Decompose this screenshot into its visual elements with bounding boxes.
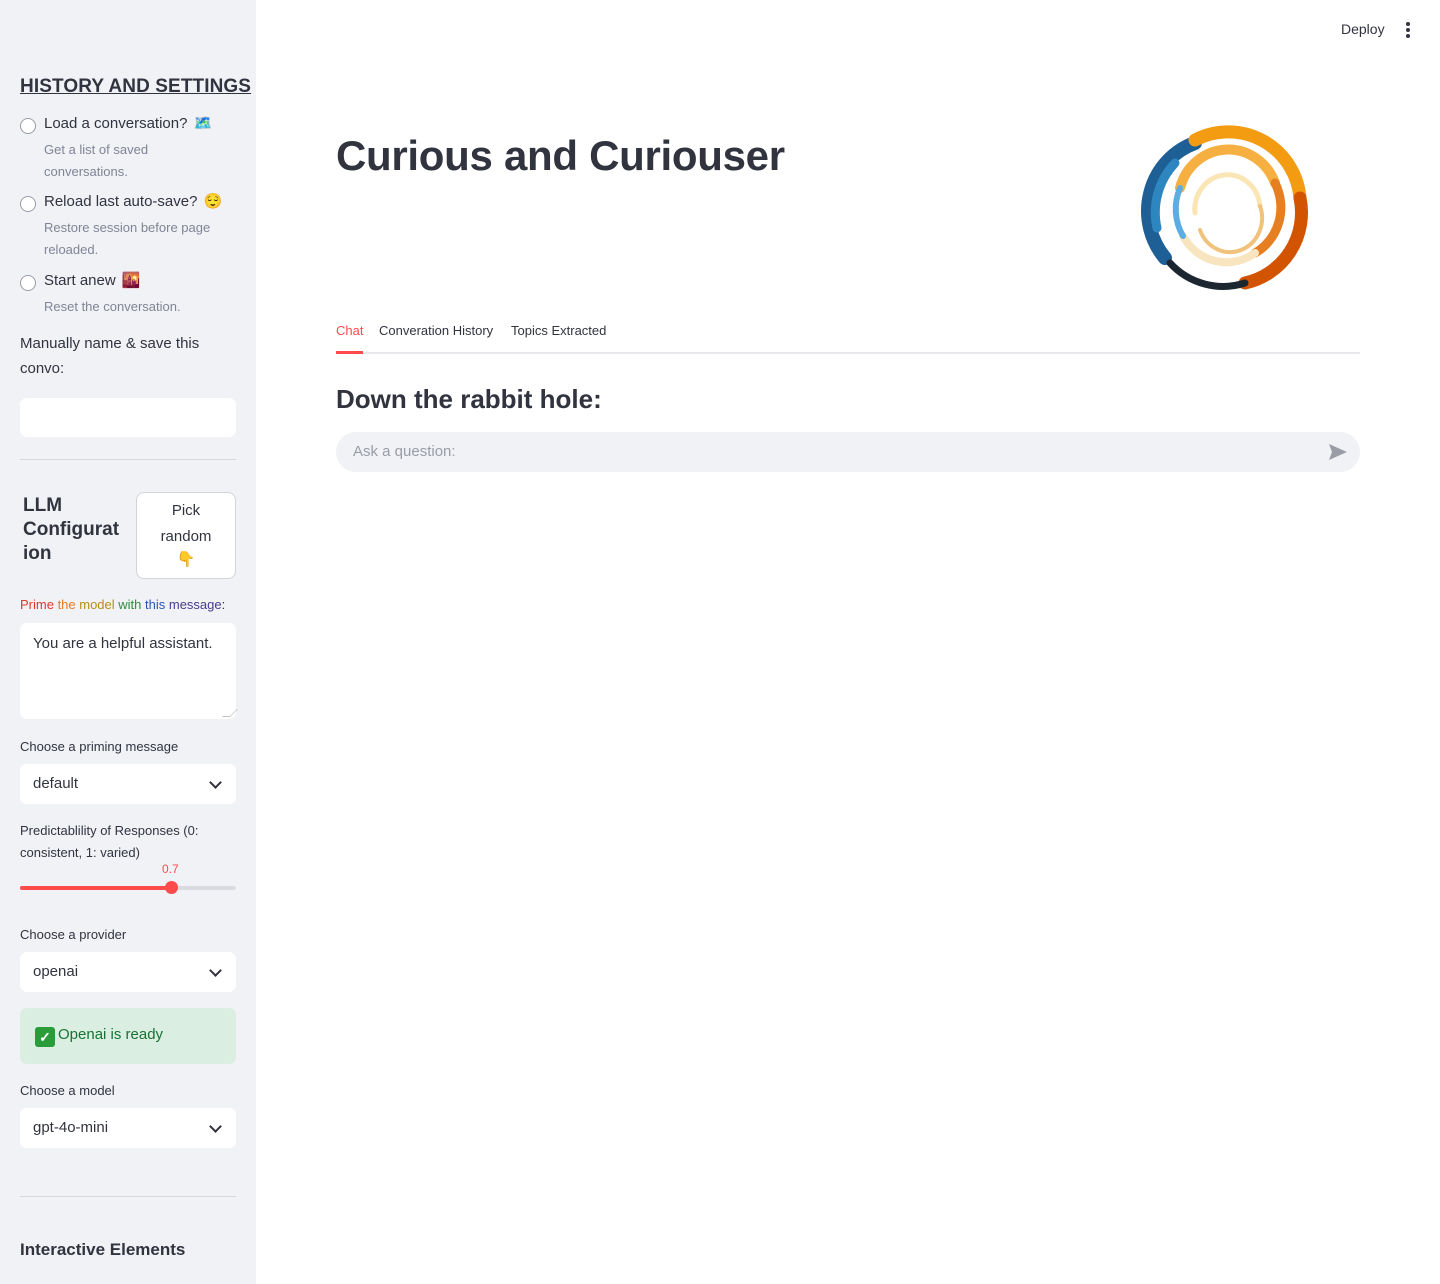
predictability-label: Predictablility of Responses (0: consist… (20, 823, 199, 860)
model-select-value: gpt-4o-mini (33, 1119, 109, 1136)
radio-label[interactable]: Reload last auto-save? 😌 (44, 192, 222, 210)
radio-label[interactable]: Load a conversation? 🗺️ (44, 114, 212, 132)
more-menu-icon[interactable] (1405, 22, 1411, 38)
radio-help-text: Restore session before page reloaded. (44, 220, 211, 257)
resize-handle-icon[interactable] (222, 709, 238, 717)
relieved-face-icon: 😌 (203, 193, 223, 210)
chat-placeholder: Ask a question: (353, 443, 456, 460)
tab-chat[interactable]: Chat (336, 323, 363, 338)
provider-select-value: openai (33, 963, 79, 980)
ready-message: Openai is ready (58, 1026, 164, 1043)
slider-track[interactable] (20, 886, 236, 890)
tabs-divider (336, 352, 1360, 354)
send-icon[interactable] (1328, 443, 1348, 461)
provider-ready-alert: ✓ Openai is ready (20, 1008, 236, 1064)
page-title: Curious and Curiouser (336, 132, 785, 179)
sidebar-title: HISTORY AND SETTINGS (20, 76, 252, 97)
tab-topics-extracted[interactable]: Topics Extracted (511, 323, 606, 338)
radio-help-text: Get a list of saved conversations. (44, 142, 149, 179)
slider-thumb[interactable] (165, 881, 179, 894)
chat-input[interactable]: Ask a question: (336, 432, 1360, 472)
prime-message-label: Prime the model with this message: (20, 597, 225, 612)
llm-config-heading: LLM Configurat ion (23, 495, 120, 564)
chevron-down-icon (209, 1120, 222, 1133)
radio-button[interactable] (20, 118, 36, 134)
active-tab-indicator (336, 351, 363, 354)
chevron-down-icon (209, 964, 222, 977)
save-convo-label: Manually name & save this convo: (20, 335, 200, 377)
prime-label-word: the (57, 597, 80, 612)
pick-random-label: random (160, 528, 212, 545)
check-mark-icon: ✓ (35, 1027, 55, 1047)
model-select[interactable]: gpt-4o-mini (20, 1108, 236, 1148)
section-heading: Down the rabbit hole: (336, 384, 602, 414)
pointing-down-icon: 👇 (176, 551, 196, 568)
divider (20, 1196, 236, 1197)
radio-label[interactable]: Start anew 🌇 (44, 271, 140, 289)
tab-bar: Chat Converation History Topics Extracte… (336, 322, 1360, 354)
prime-label-word: this (145, 597, 169, 612)
radio-button[interactable] (20, 196, 36, 212)
priming-select[interactable]: default (20, 764, 236, 804)
deploy-button[interactable]: Deploy (1341, 21, 1385, 37)
radio-help-text: Reset the conversation. (44, 299, 181, 314)
prime-label-word: with (118, 597, 146, 612)
provider-select-label: Choose a provider (20, 927, 127, 942)
pick-random-label: Pick (171, 502, 201, 519)
sidebar: HISTORY AND SETTINGS Load a conversation… (0, 0, 256, 1284)
tab-conversation-history[interactable]: Converation History (379, 323, 493, 338)
priming-select-value: default (33, 775, 79, 792)
divider (20, 459, 236, 460)
save-convo-input[interactable] (20, 398, 236, 437)
swirl-logo (1141, 125, 1309, 290)
priming-select-label: Choose a priming message (20, 739, 179, 754)
slider-fill (20, 886, 172, 890)
city-sunset-icon: 🌇 (121, 272, 141, 289)
prime-label-word: : (221, 597, 226, 612)
pick-random-button[interactable]: Pick random 👇 (136, 492, 236, 579)
map-icon: 🗺️ (193, 115, 213, 132)
interactive-elements-heading: Interactive Elements (20, 1240, 186, 1259)
prime-label-word: Prime (20, 597, 58, 612)
prime-message-text: You are a helpful assistant. (33, 635, 213, 652)
chevron-down-icon (209, 776, 222, 789)
provider-select[interactable]: openai (20, 952, 236, 992)
prime-label-word: message (168, 597, 222, 612)
slider-value: 0.7 (162, 862, 179, 876)
model-select-label: Choose a model (20, 1083, 115, 1098)
prime-label-word: model (79, 597, 119, 612)
prime-message-textarea[interactable]: You are a helpful assistant. (20, 623, 238, 719)
radio-button[interactable] (20, 275, 36, 291)
